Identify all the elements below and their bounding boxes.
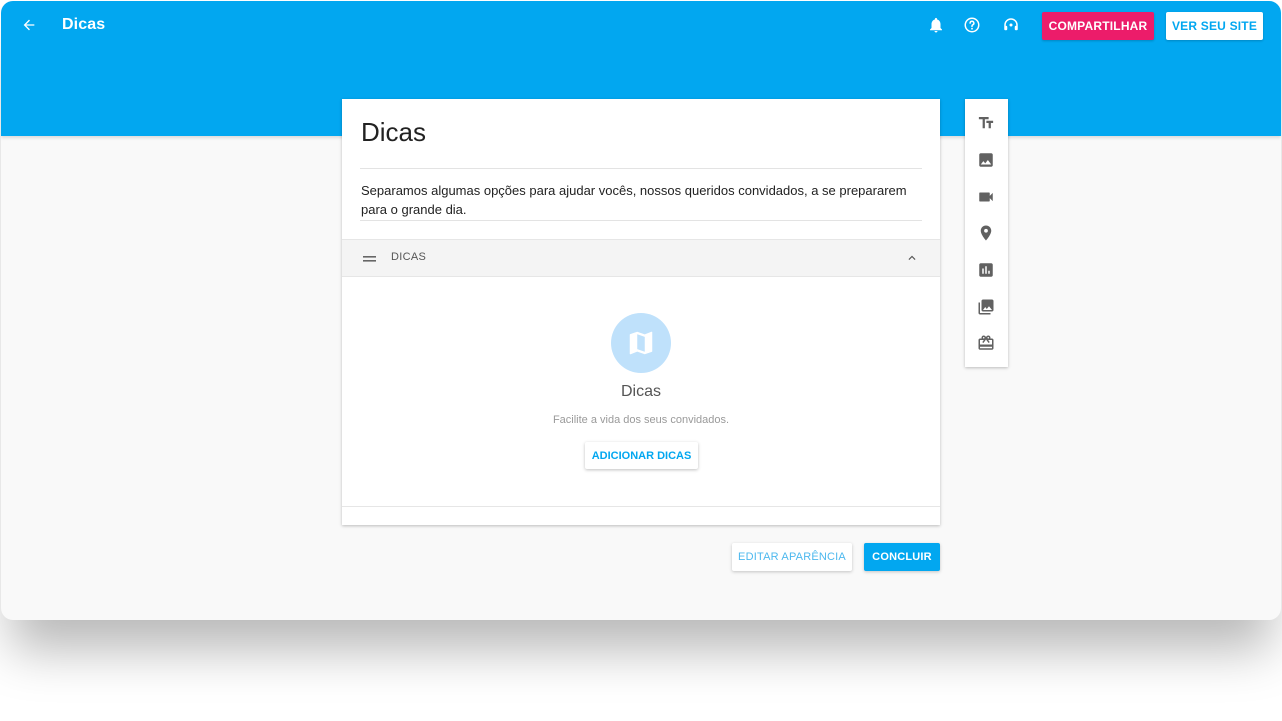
- map-icon-badge: [611, 313, 671, 373]
- app-window: Dicas COMPARTILHAR VER SEU SITE Dicas Se…: [1, 1, 1281, 620]
- empty-state-title: Dicas: [620, 383, 661, 400]
- arrow-left-icon: [23, 19, 35, 31]
- add-image-tool[interactable]: [976, 150, 996, 170]
- text-icon: [978, 117, 994, 129]
- gallery-icon: [978, 299, 994, 315]
- chart-icon: [979, 263, 993, 277]
- gift-icon: [978, 335, 994, 350]
- done-button[interactable]: CONCLUIR: [864, 543, 940, 571]
- card-footer-divider: [342, 506, 940, 507]
- add-gallery-tool[interactable]: [976, 297, 996, 317]
- map-icon: [629, 331, 653, 355]
- help-icon: [964, 17, 980, 33]
- section-label: DICAS: [391, 251, 427, 263]
- add-gift-tool[interactable]: [976, 333, 996, 353]
- empty-state-subtitle: Facilite a vida dos seus convidados.: [552, 414, 730, 426]
- location-icon: [980, 225, 992, 241]
- card-description[interactable]: Separamos algumas opções para ajudar voc…: [361, 181, 921, 219]
- back-button[interactable]: [17, 13, 41, 37]
- add-text-tool[interactable]: [976, 113, 996, 133]
- view-site-button[interactable]: VER SEU SITE: [1166, 12, 1263, 40]
- drag-handle-icon[interactable]: [362, 252, 378, 264]
- bell-icon: [930, 17, 942, 33]
- collapse-button[interactable]: [903, 249, 921, 267]
- card-title[interactable]: Dicas: [361, 117, 426, 148]
- app-bar: Dicas COMPARTILHAR VER SEU SITE: [1, 1, 1281, 51]
- chevron-up-icon: [908, 255, 916, 260]
- page-editor-card: Dicas Separamos algumas opções para ajud…: [342, 99, 940, 525]
- title-divider: [360, 168, 922, 169]
- video-icon: [979, 192, 993, 202]
- add-video-tool[interactable]: [976, 187, 996, 207]
- image-icon: [979, 153, 993, 167]
- share-button[interactable]: COMPARTILHAR: [1042, 12, 1154, 40]
- help-button[interactable]: [961, 14, 983, 36]
- section-header[interactable]: DICAS: [342, 239, 940, 277]
- page-title: Dicas: [62, 16, 106, 33]
- add-location-tool[interactable]: [976, 223, 996, 243]
- add-chart-tool[interactable]: [976, 260, 996, 280]
- edit-appearance-button[interactable]: EDITAR APARÊNCIA: [732, 543, 852, 571]
- add-tips-button[interactable]: ADICIONAR DICAS: [585, 442, 698, 469]
- block-toolbox: [965, 99, 1008, 367]
- description-divider: [360, 220, 922, 221]
- support-icon: [1004, 18, 1018, 31]
- notifications-button[interactable]: [925, 14, 947, 36]
- support-button[interactable]: [1000, 14, 1022, 36]
